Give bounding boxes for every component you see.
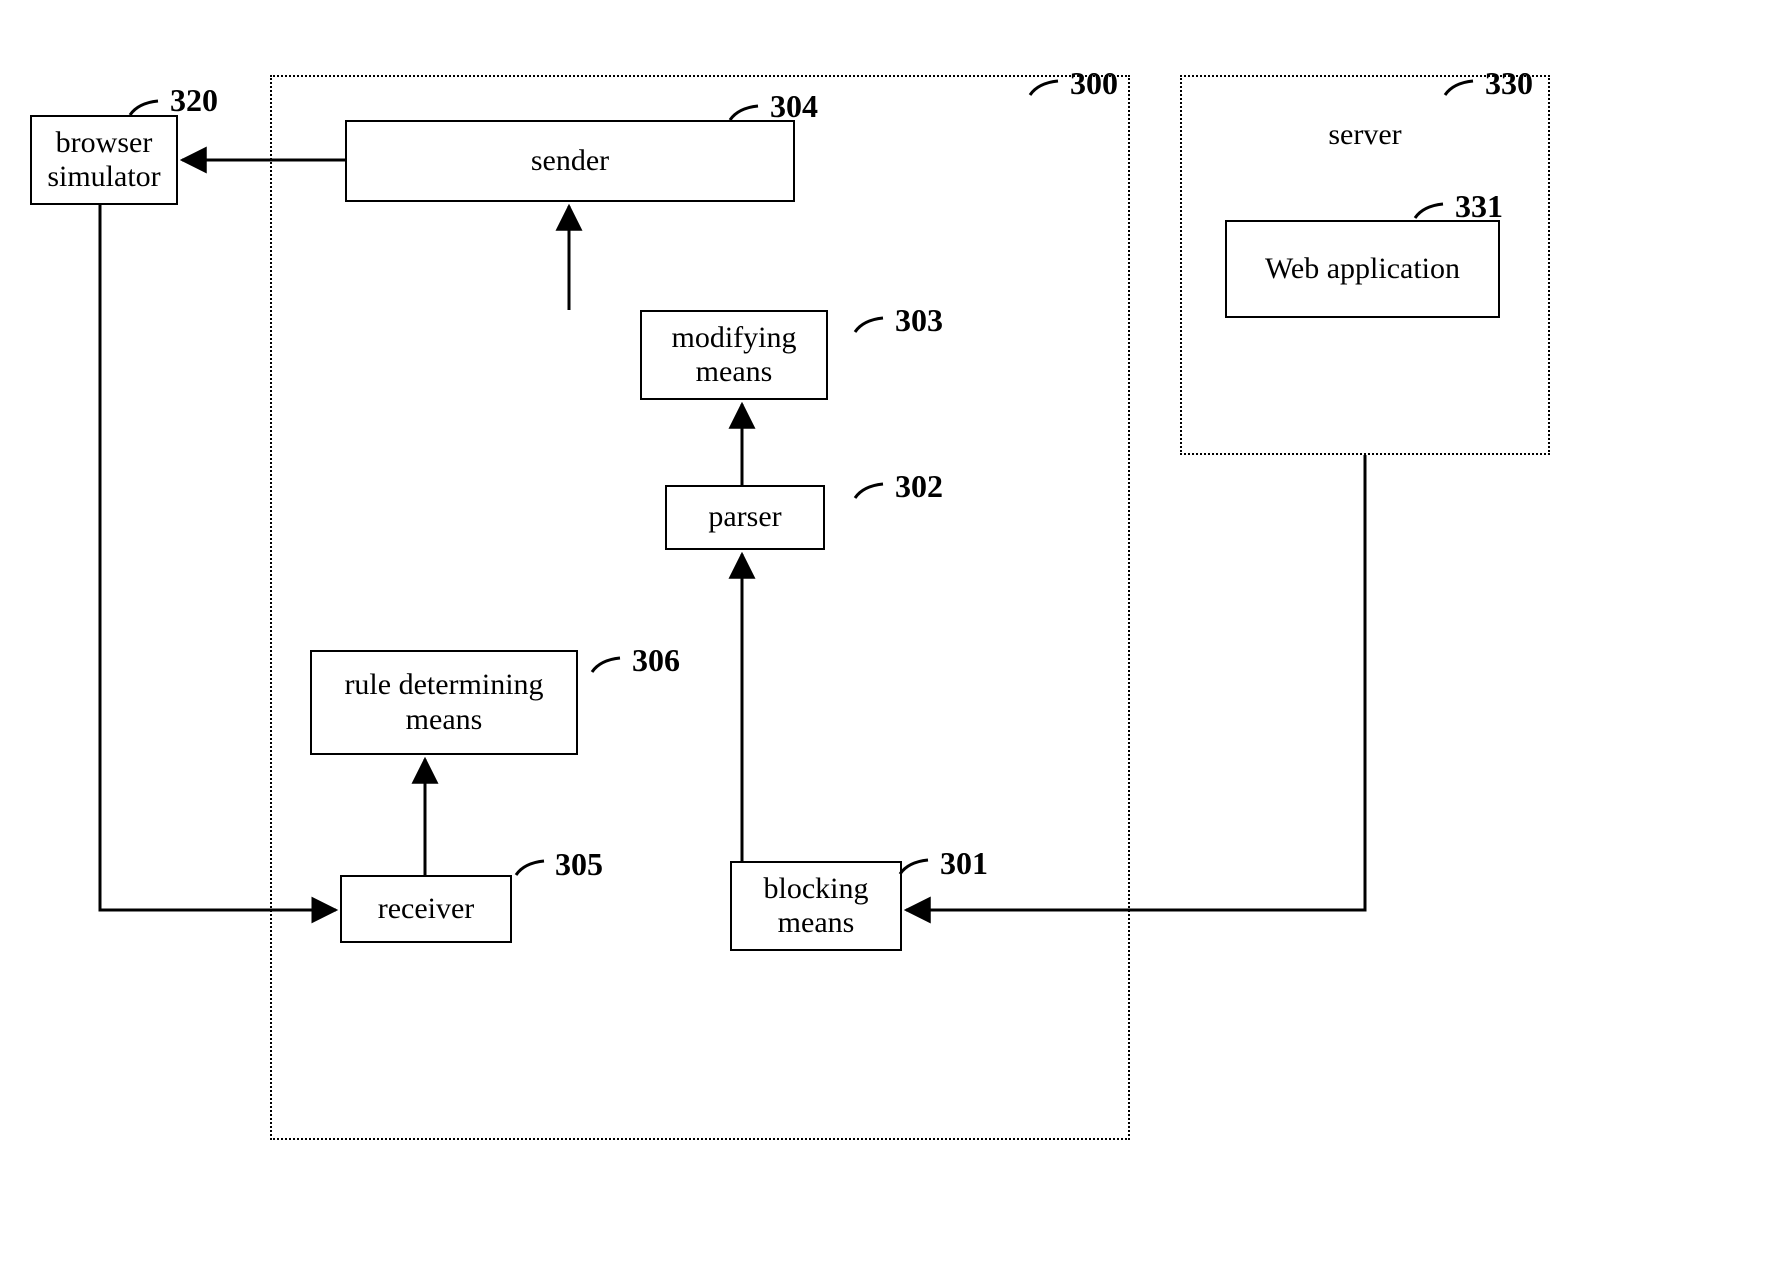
ref-303: 303 <box>895 302 943 339</box>
ref-305: 305 <box>555 846 603 883</box>
server-label-text: server <box>1180 118 1550 152</box>
box-receiver: receiver <box>340 875 512 943</box>
ref-304: 304 <box>770 88 818 125</box>
box-rule-determining-means: rule determining means <box>310 650 578 755</box>
ref-300: 300 <box>1070 65 1118 102</box>
ref-302: 302 <box>895 468 943 505</box>
ref-301: 301 <box>940 845 988 882</box>
box-modifying-means: modifying means <box>640 310 828 400</box>
ref-320: 320 <box>170 82 218 119</box>
ref-330: 330 <box>1485 65 1533 102</box>
diagram-stage: browser simulator sender modifying means… <box>0 0 1783 1272</box>
box-web-application: Web application <box>1225 220 1500 318</box>
box-parser: parser <box>665 485 825 550</box>
box-blocking-means: blocking means <box>730 861 902 951</box>
box-browser-simulator: browser simulator <box>30 115 178 205</box>
ref-331: 331 <box>1455 188 1503 225</box>
box-sender: sender <box>345 120 795 202</box>
ref-306: 306 <box>632 642 680 679</box>
container-300 <box>270 75 1130 1140</box>
